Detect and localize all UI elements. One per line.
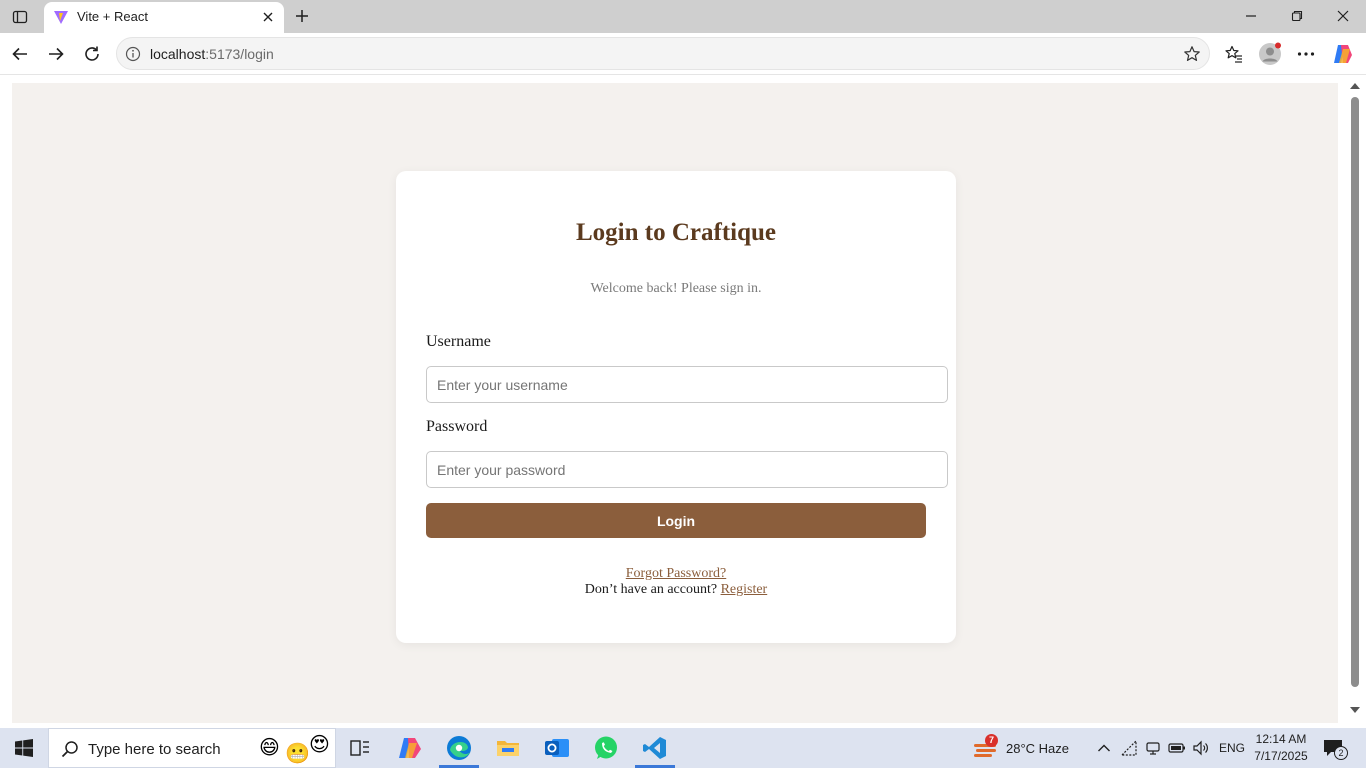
vite-logo-icon	[54, 11, 68, 24]
smiling-emoji-icon: 😬	[285, 743, 310, 765]
search-icon	[61, 741, 78, 758]
network-icon[interactable]	[1121, 728, 1139, 768]
scroll-down-icon[interactable]	[1349, 705, 1361, 715]
notification-count: 2	[1334, 746, 1348, 760]
show-hidden-icons[interactable]	[1097, 728, 1111, 768]
auth-links: Forgot Password? Don’t have an account? …	[396, 566, 956, 598]
outlook-icon[interactable]	[533, 728, 581, 768]
copilot-icon[interactable]	[1331, 42, 1355, 66]
site-info-icon[interactable]	[125, 46, 141, 62]
weather-icon: 7	[972, 734, 1000, 762]
page-scrollbar[interactable]	[1347, 75, 1366, 728]
close-tab-icon[interactable]	[260, 9, 276, 25]
back-arrow-icon[interactable]	[8, 42, 32, 66]
url-host: localhost	[150, 46, 206, 62]
login-page: Login to Craftique Welcome back! Please …	[12, 83, 1338, 723]
weather-badge: 7	[985, 734, 998, 747]
clock-date: 7/17/2025	[1254, 749, 1308, 763]
scroll-up-icon[interactable]	[1349, 81, 1361, 91]
more-options-icon[interactable]	[1294, 42, 1318, 66]
forgot-password-link[interactable]: Forgot Password?	[626, 566, 726, 581]
taskbar-search[interactable]: Type here to search 😄 😬 😍	[48, 728, 336, 768]
url-path: :5173/login	[205, 46, 274, 62]
password-label: Password	[426, 418, 488, 435]
battery-icon[interactable]	[1168, 728, 1186, 768]
windows-start-icon[interactable]	[0, 728, 48, 768]
file-explorer-icon[interactable]	[484, 728, 532, 768]
page-viewport: Login to Craftique Welcome back! Please …	[0, 75, 1366, 728]
whatsapp-icon[interactable]	[582, 728, 630, 768]
weather-text: 28°C Haze	[1006, 740, 1070, 756]
restore-icon[interactable]	[1282, 5, 1312, 27]
tab-bar: Vite + React	[0, 0, 1366, 33]
grinning-emoji-icon: 😄	[259, 737, 280, 759]
system-clock[interactable]: 12:14 AM 7/17/2025	[1252, 731, 1310, 765]
login-button[interactable]: Login	[426, 503, 926, 538]
scrollbar-thumb[interactable]	[1351, 97, 1359, 687]
copilot-app-icon[interactable]	[386, 728, 434, 768]
language-indicator[interactable]: ENG	[1219, 728, 1245, 768]
windows-taskbar: Type here to search 😄 😬 😍 7 28°C Haze EN…	[0, 728, 1366, 768]
volume-icon[interactable]	[1192, 728, 1210, 768]
edge-browser-icon[interactable]	[435, 728, 483, 768]
heart-eyes-emoji-icon: 😍	[309, 734, 330, 756]
vscode-icon[interactable]	[631, 728, 679, 768]
browser-toolbar: localhost:5173/login	[0, 33, 1366, 75]
browser-tab[interactable]: Vite + React	[44, 2, 284, 33]
forward-arrow-icon[interactable]	[44, 42, 68, 66]
new-tab-icon[interactable]	[290, 5, 314, 27]
url-text: localhost:5173/login	[150, 46, 274, 62]
clock-time: 12:14 AM	[1255, 732, 1307, 746]
favorite-star-icon[interactable]	[1183, 45, 1201, 63]
username-input[interactable]	[426, 366, 948, 403]
meet-now-icon[interactable]	[1145, 728, 1161, 768]
refresh-icon[interactable]	[80, 42, 104, 66]
weather-widget[interactable]: 7 28°C Haze	[972, 728, 1069, 768]
tab-title: Vite + React	[77, 9, 148, 24]
welcome-subtitle: Welcome back! Please sign in.	[590, 281, 762, 296]
minimize-icon[interactable]	[1236, 5, 1266, 27]
profile-avatar-icon[interactable]	[1258, 42, 1282, 66]
login-card: Login to Craftique Welcome back! Please …	[396, 171, 956, 643]
register-prompt: Don’t have an account?	[584, 582, 718, 597]
favorites-icon[interactable]	[1222, 42, 1246, 66]
task-view-icon[interactable]	[336, 728, 384, 768]
page-title: Login to Craftique	[576, 219, 776, 246]
tab-actions-icon[interactable]	[8, 6, 32, 28]
close-window-icon[interactable]	[1328, 5, 1358, 27]
username-label: Username	[426, 333, 491, 350]
notification-center-icon[interactable]: 2	[1322, 728, 1348, 768]
address-bar[interactable]: localhost:5173/login	[116, 37, 1210, 70]
register-link[interactable]: Register	[721, 582, 768, 597]
password-input[interactable]	[426, 451, 948, 488]
search-placeholder: Type here to search	[88, 741, 221, 758]
